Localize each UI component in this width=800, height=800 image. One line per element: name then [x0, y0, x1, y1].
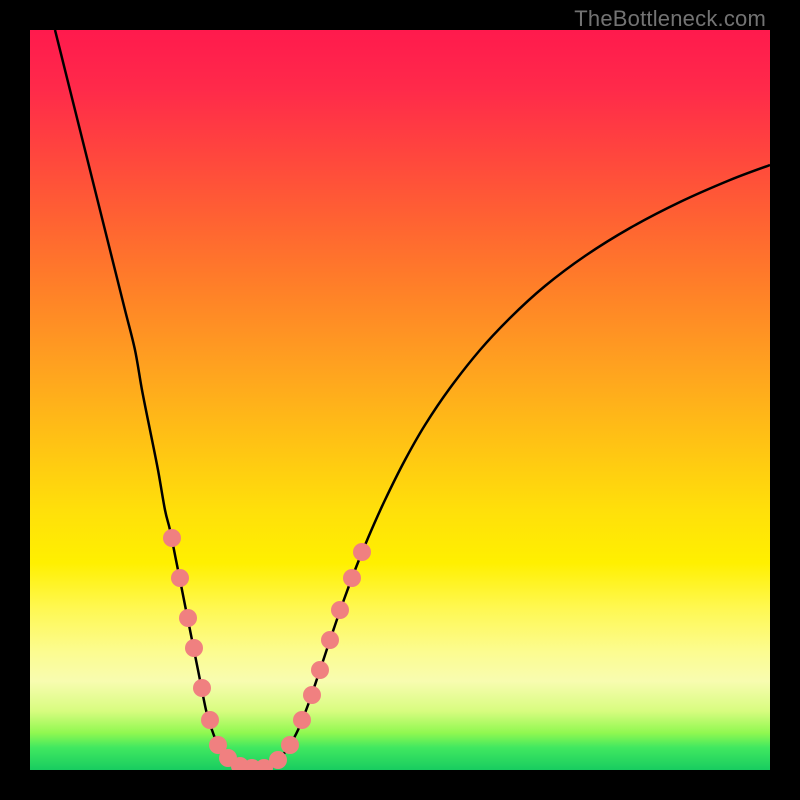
- curve-right: [256, 165, 770, 769]
- scatter-point: [293, 711, 311, 729]
- curve-left: [55, 30, 256, 769]
- scatter-point: [171, 569, 189, 587]
- scatter-point: [311, 661, 329, 679]
- chart-svg: [30, 30, 770, 770]
- scatter-point: [321, 631, 339, 649]
- scatter-point: [343, 569, 361, 587]
- scatter-point: [163, 529, 181, 547]
- scatter-point: [281, 736, 299, 754]
- scatter-point: [303, 686, 321, 704]
- watermark-text: TheBottleneck.com: [574, 6, 766, 32]
- scatter-point: [353, 543, 371, 561]
- scatter-point: [185, 639, 203, 657]
- scatter-point: [179, 609, 197, 627]
- chart-container: TheBottleneck.com: [0, 0, 800, 800]
- plot-area: [30, 30, 770, 770]
- scatter-point: [193, 679, 211, 697]
- scatter-point: [269, 751, 287, 769]
- scatter-markers: [163, 529, 371, 770]
- scatter-point: [331, 601, 349, 619]
- scatter-point: [201, 711, 219, 729]
